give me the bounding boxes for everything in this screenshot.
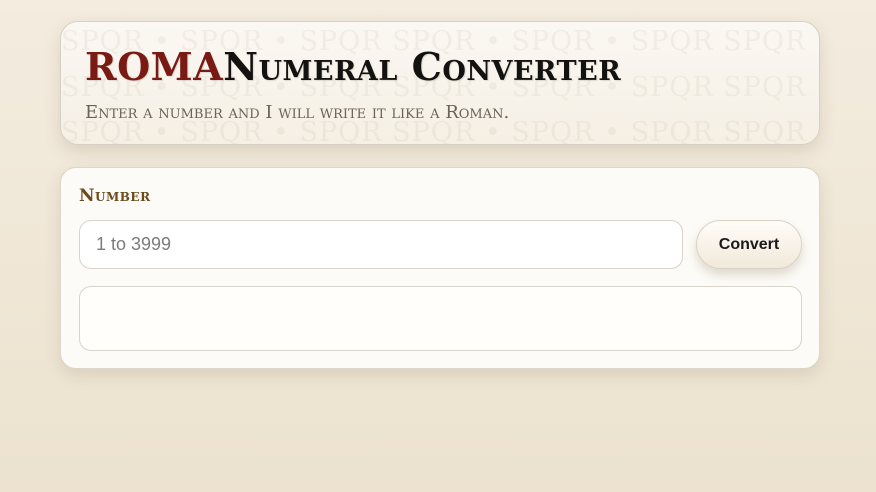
header-card: SPQR • SPQR • SPQR SPQR • SPQR • SPQR SP… bbox=[60, 21, 820, 145]
title-rest: Numeral Converter bbox=[223, 44, 622, 89]
number-label: Number bbox=[79, 186, 151, 206]
number-input[interactable] bbox=[79, 220, 683, 269]
result-output bbox=[79, 286, 802, 351]
page-title: ROMANumeral Converter bbox=[85, 44, 621, 90]
title-accent: ROMA bbox=[85, 44, 224, 89]
convert-button[interactable]: Convert bbox=[696, 220, 802, 269]
converter-form: Number Convert bbox=[60, 167, 820, 369]
page-subtitle: Enter a number and I will write it like … bbox=[85, 102, 510, 123]
